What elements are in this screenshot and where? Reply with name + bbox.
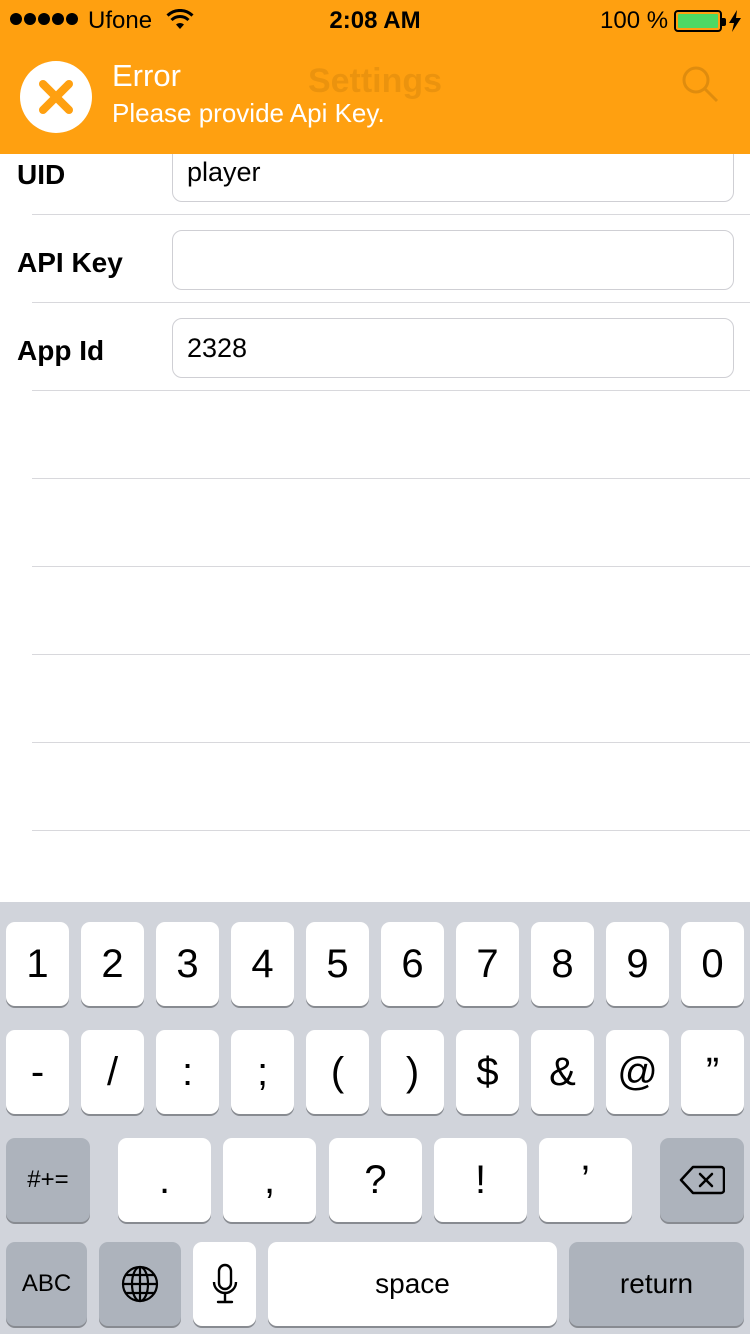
key-label: $ bbox=[476, 1050, 499, 1094]
backspace-icon bbox=[679, 1165, 725, 1195]
key-open-paren[interactable]: ( bbox=[306, 1030, 369, 1114]
key-colon[interactable]: : bbox=[156, 1030, 219, 1114]
key-label: ’ bbox=[581, 1158, 590, 1202]
abc-key[interactable]: ABC bbox=[6, 1242, 87, 1326]
key-apostrophe[interactable]: ’ bbox=[539, 1138, 632, 1222]
key-label: 5 bbox=[326, 942, 349, 986]
search-icon bbox=[682, 66, 719, 103]
api-key-label: API Key bbox=[17, 247, 123, 278]
error-message: Please provide Api Key. bbox=[112, 98, 385, 128]
key-5[interactable]: 5 bbox=[306, 922, 369, 1006]
charging-bolt-icon bbox=[729, 10, 741, 32]
battery-percentage: 100 % bbox=[600, 7, 669, 34]
symbols-toggle-key[interactable]: #+= bbox=[6, 1138, 90, 1222]
key-8[interactable]: 8 bbox=[531, 922, 594, 1006]
row-separator bbox=[32, 566, 750, 567]
key-label: ; bbox=[256, 1050, 269, 1094]
key-label: / bbox=[106, 1050, 119, 1094]
key-label: space bbox=[375, 1268, 450, 1299]
key-label: 2 bbox=[101, 942, 124, 986]
key-label: @ bbox=[617, 1050, 658, 1094]
row-separator bbox=[32, 742, 750, 743]
key-1[interactable]: 1 bbox=[6, 922, 69, 1006]
key-ampersand[interactable]: & bbox=[531, 1030, 594, 1114]
key-label: 8 bbox=[551, 942, 574, 986]
key-label: 6 bbox=[401, 942, 424, 986]
status-bar: Ufone 2:08 AM 100 % bbox=[0, 0, 750, 40]
key-9[interactable]: 9 bbox=[606, 922, 669, 1006]
key-label: ) bbox=[405, 1050, 420, 1094]
key-hyphen[interactable]: - bbox=[6, 1030, 69, 1114]
key-label: return bbox=[619, 1268, 694, 1299]
uid-label: UID bbox=[17, 159, 66, 190]
key-label: : bbox=[181, 1050, 194, 1094]
key-label: 7 bbox=[476, 942, 499, 986]
api-key-input[interactable] bbox=[172, 230, 734, 290]
error-banner[interactable]: Ufone 2:08 AM 100 % Settings Error Pleas… bbox=[0, 0, 750, 154]
row-separator bbox=[32, 830, 750, 831]
key-comma[interactable]: , bbox=[223, 1138, 316, 1222]
numeric-keyboard: 1 2 3 4 5 6 7 8 9 0 - / : ; ( ) $ & @ ” … bbox=[0, 902, 750, 1334]
close-circle-icon bbox=[20, 61, 92, 133]
key-label: - bbox=[30, 1050, 45, 1094]
key-label: & bbox=[549, 1050, 576, 1094]
key-label: 0 bbox=[701, 942, 724, 986]
app-id-input[interactable] bbox=[172, 318, 734, 378]
battery-icon bbox=[674, 10, 726, 32]
key-label: #+= bbox=[27, 1166, 69, 1193]
key-label: ? bbox=[364, 1158, 387, 1202]
key-period[interactable]: . bbox=[118, 1138, 211, 1222]
error-title: Error bbox=[112, 58, 181, 93]
row-separator bbox=[32, 214, 750, 215]
key-close-paren[interactable]: ) bbox=[381, 1030, 444, 1114]
globe-icon bbox=[121, 1265, 159, 1303]
key-at[interactable]: @ bbox=[606, 1030, 669, 1114]
app-id-label: App Id bbox=[17, 335, 105, 366]
key-3[interactable]: 3 bbox=[156, 922, 219, 1006]
key-label: 1 bbox=[26, 942, 49, 986]
key-quote[interactable]: ” bbox=[681, 1030, 744, 1114]
key-0[interactable]: 0 bbox=[681, 922, 744, 1006]
key-slash[interactable]: / bbox=[81, 1030, 144, 1114]
key-exclamation[interactable]: ! bbox=[434, 1138, 527, 1222]
key-label: ( bbox=[330, 1050, 345, 1094]
row-separator bbox=[32, 302, 750, 303]
key-4[interactable]: 4 bbox=[231, 922, 294, 1006]
space-key[interactable]: space bbox=[268, 1242, 557, 1326]
row-separator bbox=[32, 478, 750, 479]
delete-key[interactable] bbox=[660, 1138, 744, 1222]
key-label: 9 bbox=[626, 942, 649, 986]
row-separator bbox=[32, 654, 750, 655]
key-label: . bbox=[158, 1158, 171, 1202]
key-label: 4 bbox=[251, 942, 274, 986]
key-7[interactable]: 7 bbox=[456, 922, 519, 1006]
key-label: ABC bbox=[21, 1270, 72, 1297]
row-separator bbox=[32, 390, 750, 391]
key-question[interactable]: ? bbox=[329, 1138, 422, 1222]
globe-key[interactable] bbox=[99, 1242, 181, 1326]
microphone-icon bbox=[212, 1263, 237, 1304]
key-label: , bbox=[263, 1158, 276, 1202]
key-label: ” bbox=[705, 1050, 720, 1094]
key-dollar[interactable]: $ bbox=[456, 1030, 519, 1114]
return-key[interactable]: return bbox=[569, 1242, 744, 1326]
key-label: ! bbox=[474, 1158, 487, 1202]
key-label: 3 bbox=[176, 942, 199, 986]
key-semicolon[interactable]: ; bbox=[231, 1030, 294, 1114]
key-2[interactable]: 2 bbox=[81, 922, 144, 1006]
dictation-key[interactable] bbox=[193, 1242, 256, 1326]
key-6[interactable]: 6 bbox=[381, 922, 444, 1006]
